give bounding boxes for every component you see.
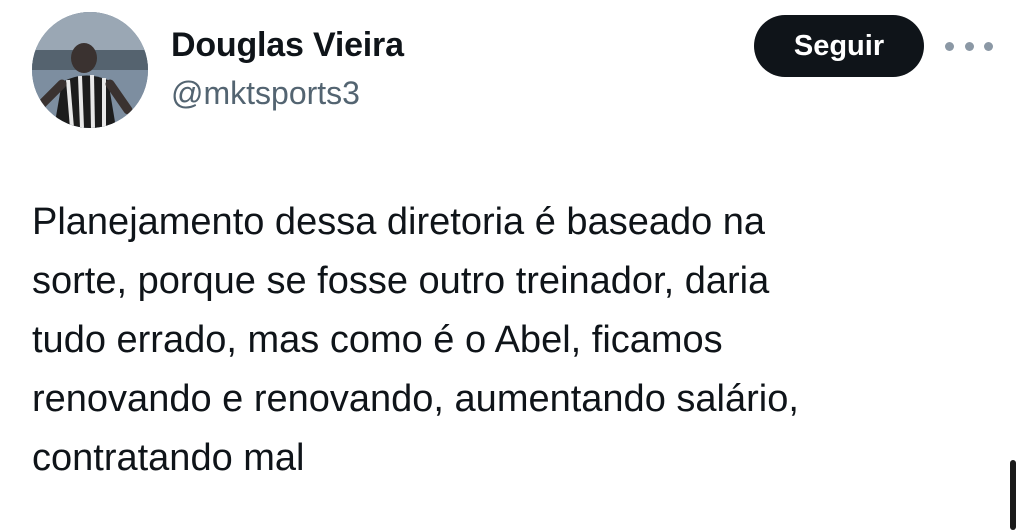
follow-button[interactable]: Seguir bbox=[754, 15, 924, 77]
more-dot bbox=[945, 41, 954, 51]
more-dot bbox=[964, 41, 974, 51]
more-dot bbox=[984, 41, 993, 51]
scrollbar-thumb[interactable] bbox=[1010, 460, 1016, 530]
tweet-text: Planejamento dessa diretoria é baseado n… bbox=[32, 201, 799, 479]
user-handle[interactable]: @mktsports3 bbox=[171, 70, 360, 116]
avatar[interactable] bbox=[32, 12, 148, 128]
more-options-icon[interactable] bbox=[945, 38, 993, 54]
display-name[interactable]: Douglas Vieira bbox=[171, 22, 404, 68]
avatar-photo bbox=[32, 12, 148, 128]
